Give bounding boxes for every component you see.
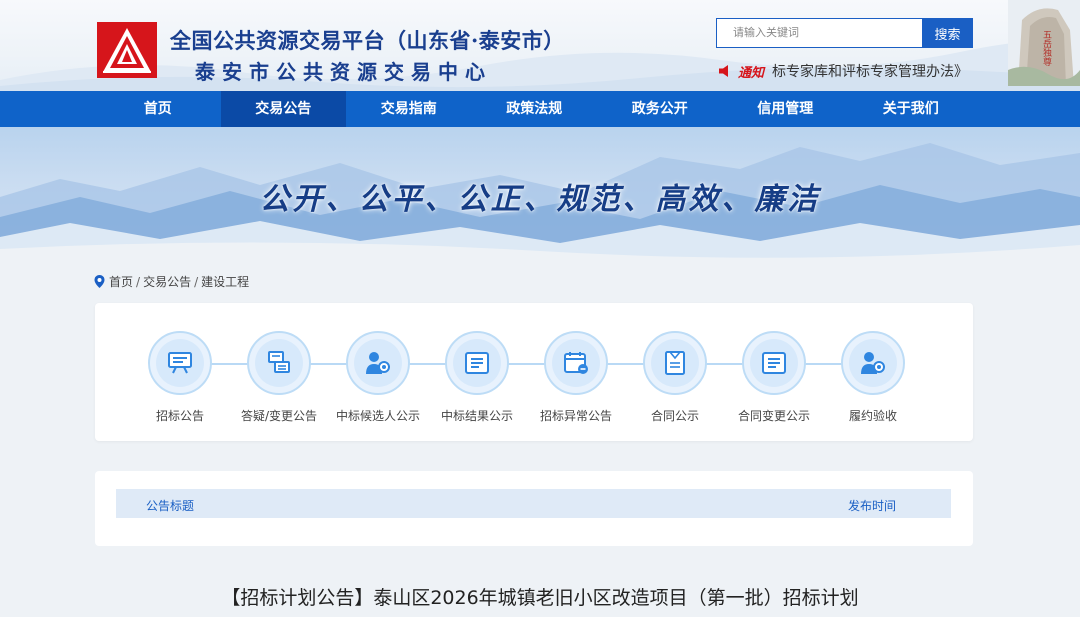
nav-item-1[interactable]: 交易公告 — [220, 91, 346, 127]
category-label[interactable]: 招标异常公告 — [526, 407, 626, 424]
presentation-board-icon — [156, 339, 204, 387]
category-label[interactable]: 中标结果公示 — [427, 407, 527, 424]
calendar-warning-icon — [552, 339, 600, 387]
category-4[interactable]: 招标异常公告 — [526, 331, 626, 424]
category-icon-circle[interactable] — [841, 331, 905, 395]
search-input[interactable] — [716, 18, 922, 48]
location-pin-icon — [94, 275, 105, 288]
person-search-icon — [354, 339, 402, 387]
platform-title: 全国公共资源交易平台（山东省·泰安市） — [170, 28, 565, 53]
breadcrumb-separator: / — [136, 274, 141, 289]
category-5[interactable]: 合同公示 — [625, 331, 725, 424]
category-6[interactable]: 合同变更公示 — [724, 331, 824, 424]
category-0[interactable]: 招标公告 — [130, 331, 230, 424]
notice-tag: 通知 — [738, 65, 765, 81]
list-document-icon — [750, 339, 798, 387]
notice-ticker[interactable]: 通知 标专家库和评标专家管理办法》 — [718, 61, 968, 81]
site-header: 全国公共资源交易平台（山东省·泰安市） 泰安市公共资源交易中心 搜索 通知 标专… — [0, 0, 1080, 91]
category-2[interactable]: 中标候选人公示 — [328, 331, 428, 424]
category-7[interactable]: 履约验收 — [823, 331, 923, 424]
nav-item-2[interactable]: 交易指南 — [346, 91, 472, 127]
category-panel: 招标公告 答疑/变更公告 中标候选人公示 中标结果公示 招标异常公告 合同公示 合同变更公示… — [95, 303, 973, 441]
document-exchange-icon — [255, 339, 303, 387]
search-bar: 搜索 — [716, 18, 973, 48]
person-search-icon — [849, 339, 897, 387]
contract-document-icon — [651, 339, 699, 387]
site-logo[interactable] — [97, 22, 157, 78]
column-time-header: 发布时间 — [848, 499, 897, 513]
center-title: 泰安市公共资源交易中心 — [195, 60, 492, 84]
nav-item-6[interactable]: 关于我们 — [848, 91, 974, 127]
nav-item-0[interactable]: 首页 — [95, 91, 221, 127]
category-label[interactable]: 中标候选人公示 — [328, 407, 428, 424]
banner-slogan: 公开、公平、公正、规范、高效、廉洁 — [259, 182, 821, 217]
hero-banner: 公开、公平、公正、规范、高效、廉洁 — [0, 127, 1080, 259]
notice-table: 公告标题 发布时间 — [95, 471, 973, 546]
category-label[interactable]: 合同变更公示 — [724, 407, 824, 424]
category-icon-circle[interactable] — [445, 331, 509, 395]
category-icon-circle[interactable] — [346, 331, 410, 395]
speaker-icon — [719, 65, 728, 77]
breadcrumb-trading-notices[interactable]: 交易公告 — [143, 273, 191, 290]
table-header: 公告标题 发布时间 — [116, 489, 951, 518]
breadcrumb-separator: / — [194, 274, 199, 289]
category-icon-circle[interactable] — [742, 331, 806, 395]
monument-image: 五岳独尊 — [1008, 0, 1080, 86]
nav-item-5[interactable]: 信用管理 — [723, 91, 849, 127]
category-icon-circle[interactable] — [247, 331, 311, 395]
list-document-icon — [453, 339, 501, 387]
category-3[interactable]: 中标结果公示 — [427, 331, 527, 424]
nav-item-3[interactable]: 政策法规 — [472, 91, 598, 127]
breadcrumb-home[interactable]: 首页 — [109, 273, 133, 290]
article-title: 【招标计划公告】泰山区2026年城镇老旧小区改造项目（第一批）招标计划 — [221, 587, 859, 609]
category-icon-circle[interactable] — [643, 331, 707, 395]
category-label[interactable]: 合同公示 — [625, 407, 725, 424]
category-icon-circle[interactable] — [148, 331, 212, 395]
nav-item-4[interactable]: 政务公开 — [597, 91, 723, 127]
notice-text[interactable]: 标专家库和评标专家管理办法》 — [772, 61, 968, 81]
category-icon-circle[interactable] — [544, 331, 608, 395]
breadcrumb: 首页 / 交易公告 / 建设工程 — [94, 273, 249, 290]
category-label[interactable]: 履约验收 — [823, 407, 923, 424]
column-title-header: 公告标题 — [146, 499, 195, 513]
main-nav: 首页 交易公告 交易指南 政策法规 政务公开 信用管理 关于我们 — [0, 91, 1080, 127]
category-1[interactable]: 答疑/变更公告 — [229, 331, 329, 424]
monument-inscription: 五岳独尊 — [1041, 30, 1052, 67]
breadcrumb-construction[interactable]: 建设工程 — [201, 273, 249, 290]
category-label[interactable]: 招标公告 — [130, 407, 230, 424]
search-button[interactable]: 搜索 — [922, 18, 973, 48]
category-label[interactable]: 答疑/变更公告 — [229, 407, 329, 424]
